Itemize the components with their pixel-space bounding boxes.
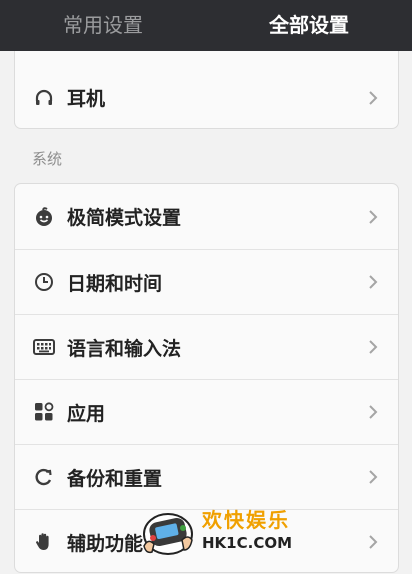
chevron-right-icon — [366, 531, 380, 553]
settings-card-top: 耳机 — [14, 51, 399, 129]
settings-item-label: 应用 — [67, 402, 106, 425]
watermark-badge: 欢快娱乐 HK1C.COM — [140, 500, 300, 560]
settings-item-language-input[interactable]: 语言和输入法 — [15, 314, 398, 379]
settings-item-headphones[interactable]: 耳机 — [15, 65, 398, 130]
chevron-right-icon — [366, 87, 380, 109]
settings-item-label: 耳机 — [67, 88, 106, 110]
chevron-right-icon — [366, 466, 380, 488]
keyboard-icon — [33, 336, 55, 358]
settings-item-label: 备份和重置 — [67, 467, 163, 490]
chevron-right-icon — [366, 271, 380, 293]
watermark-url: HK1C.COM — [202, 534, 293, 552]
section-label-system: 系统 — [32, 150, 63, 168]
chevron-right-icon — [366, 336, 380, 358]
headphones-icon — [33, 87, 55, 109]
refresh-icon — [33, 466, 55, 488]
watermark-title: 欢快娱乐 — [202, 508, 290, 532]
settings-item-date-time[interactable]: 日期和时间 — [15, 249, 398, 314]
settings-item-label: 语言和输入法 — [67, 337, 182, 360]
settings-item-label: 日期和时间 — [67, 272, 163, 295]
clock-icon — [33, 271, 55, 293]
smiley-face-icon — [33, 206, 55, 228]
top-tab-bar: 常用设置 全部设置 — [0, 0, 412, 51]
hand-icon — [33, 531, 55, 553]
game-controller-logo — [143, 513, 193, 555]
settings-item-apps[interactable]: 应用 — [15, 379, 398, 444]
tab-all-settings[interactable]: 全部设置 — [206, 0, 412, 51]
chevron-right-icon — [366, 206, 380, 228]
apps-grid-icon — [33, 401, 55, 423]
chevron-right-icon — [366, 401, 380, 423]
settings-item-label: 极简模式设置 — [67, 207, 182, 229]
tab-common-settings[interactable]: 常用设置 — [0, 0, 206, 51]
settings-item-minimal-mode[interactable]: 极简模式设置 — [15, 184, 398, 249]
